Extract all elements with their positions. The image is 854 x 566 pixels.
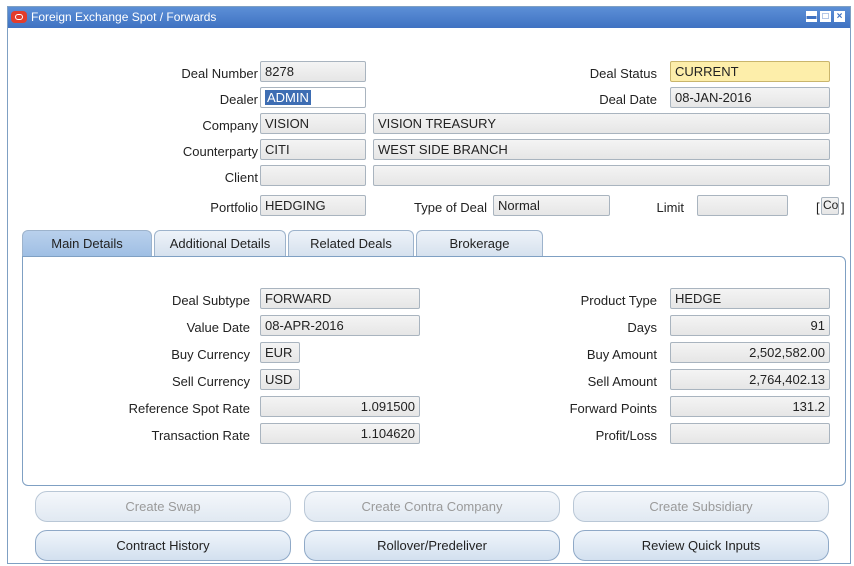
tab-related-deals[interactable]: Related Deals (288, 230, 414, 256)
context-bracket-open: [ (816, 200, 820, 215)
create-swap-button[interactable]: Create Swap (35, 491, 291, 522)
create-contra-company-button[interactable]: Create Contra Company (304, 491, 560, 522)
tab-main-details[interactable]: Main Details (22, 230, 152, 256)
deal-status-label: Deal Status (589, 66, 657, 81)
buy-currency-field[interactable]: EUR (260, 342, 300, 363)
sell-currency-field[interactable]: USD (260, 369, 300, 390)
type-of-deal-field[interactable]: Normal (493, 195, 610, 216)
client-code-field[interactable] (260, 165, 366, 186)
reference-spot-rate-field[interactable]: 1.091500 (260, 396, 420, 417)
product-type-label: Product Type (580, 293, 657, 308)
sell-amount-label: Sell Amount (587, 374, 657, 389)
counterparty-label: Counterparty (182, 144, 258, 159)
rollover-predeliver-button[interactable]: Rollover/Predeliver (304, 530, 560, 561)
dealer-label: Dealer (219, 92, 258, 107)
context-field[interactable]: Co (821, 197, 839, 215)
context-bracket-close: ] (841, 200, 845, 215)
tab-additional-details[interactable]: Additional Details (154, 230, 286, 256)
value-date-label: Value Date (186, 320, 250, 335)
deal-status-field[interactable]: CURRENT (670, 61, 830, 82)
deal-date-field[interactable]: 08-JAN-2016 (670, 87, 830, 108)
deal-date-label: Deal Date (599, 92, 657, 107)
reference-spot-rate-label: Reference Spot Rate (128, 401, 250, 416)
transaction-rate-label: Transaction Rate (151, 428, 250, 443)
review-quick-inputs-button[interactable]: Review Quick Inputs (573, 530, 829, 561)
profit-loss-label: Profit/Loss (595, 428, 657, 443)
dealer-value: ADMIN (265, 90, 311, 105)
buy-amount-label: Buy Amount (586, 347, 657, 362)
forex-window: Foreign Exchange Spot / Forwards ▬ □ × D… (7, 6, 851, 564)
buy-amount-field[interactable]: 2,502,582.00 (670, 342, 830, 363)
deal-number-label: Deal Number (181, 66, 258, 81)
limit-field[interactable] (697, 195, 788, 216)
dealer-field[interactable]: ADMIN (260, 87, 366, 108)
portfolio-field[interactable]: HEDGING (260, 195, 366, 216)
client-name-field[interactable] (373, 165, 830, 186)
client-label: Client (224, 170, 258, 185)
oracle-logo-icon (11, 11, 27, 23)
transaction-rate-field[interactable]: 1.104620 (260, 423, 420, 444)
close-icon[interactable]: × (834, 11, 845, 22)
deal-subtype-label: Deal Subtype (171, 293, 250, 308)
company-name-field[interactable]: VISION TREASURY (373, 113, 830, 134)
deal-number-field[interactable]: 8278 (260, 61, 366, 82)
value-date-field[interactable]: 08-APR-2016 (260, 315, 420, 336)
buy-currency-label: Buy Currency (171, 347, 250, 362)
sell-currency-label: Sell Currency (171, 374, 250, 389)
maximize-icon[interactable]: □ (820, 11, 831, 22)
minimize-icon[interactable]: ▬ (806, 11, 817, 22)
contract-history-button[interactable]: Contract History (35, 530, 291, 561)
limit-label: Limit (656, 200, 684, 215)
portfolio-label: Portfolio (210, 200, 258, 215)
tab-brokerage[interactable]: Brokerage (416, 230, 543, 256)
title-bar: Foreign Exchange Spot / Forwards ▬ □ × (8, 7, 850, 28)
create-subsidiary-button[interactable]: Create Subsidiary (573, 491, 829, 522)
counterparty-code-field[interactable]: CITI (260, 139, 366, 160)
sell-amount-field[interactable]: 2,764,402.13 (670, 369, 830, 390)
window-title: Foreign Exchange Spot / Forwards (31, 10, 217, 24)
company-code-field[interactable]: VISION (260, 113, 366, 134)
deal-subtype-field[interactable]: FORWARD (260, 288, 420, 309)
type-of-deal-label: Type of Deal (414, 200, 487, 215)
product-type-field[interactable]: HEDGE (670, 288, 830, 309)
company-label: Company (202, 118, 258, 133)
counterparty-name-field[interactable]: WEST SIDE BRANCH (373, 139, 830, 160)
days-label: Days (627, 320, 657, 335)
forward-points-label: Forward Points (569, 401, 657, 416)
profit-loss-field[interactable] (670, 423, 830, 444)
forward-points-field[interactable]: 131.2 (670, 396, 830, 417)
days-field[interactable]: 91 (670, 315, 830, 336)
